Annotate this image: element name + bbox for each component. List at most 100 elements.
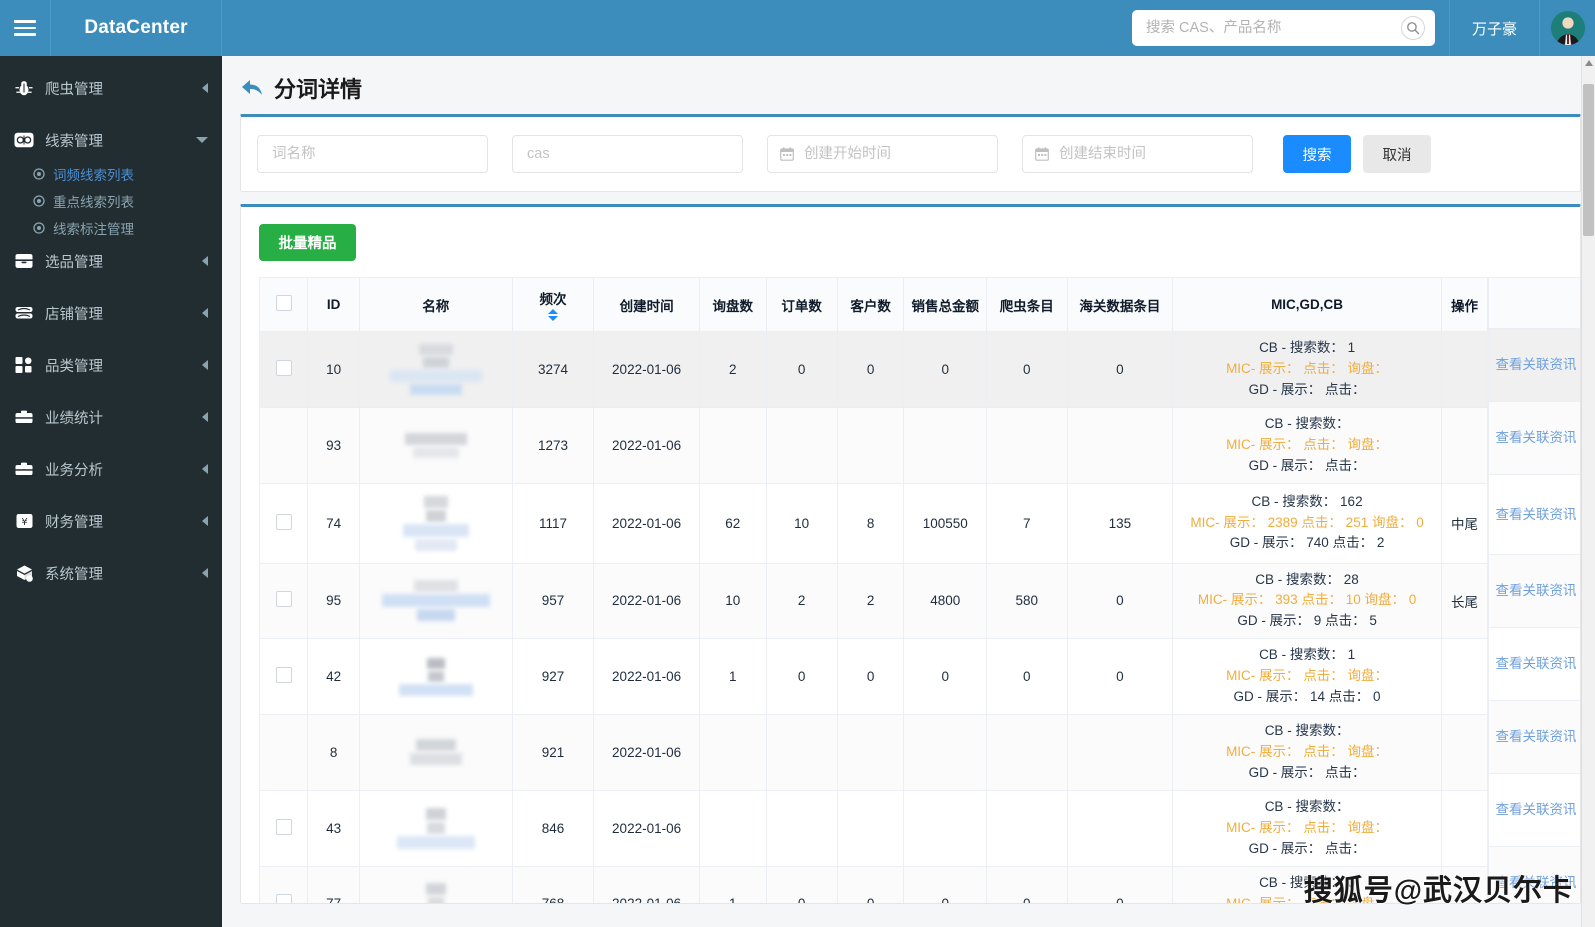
batch-premium-button[interactable]: 批量精品 — [259, 224, 356, 261]
start-time-field[interactable] — [767, 135, 998, 173]
search-input[interactable] — [1131, 10, 1435, 46]
filter-panel: 搜索 取消 — [240, 114, 1581, 192]
col-header-frequency-label: 频次 — [539, 292, 567, 307]
gd-line: GD - 展示： 点击： — [1248, 840, 1366, 856]
cell-sales-total — [903, 406, 988, 484]
view-related-news-link[interactable]: 查看关联资讯 — [1496, 507, 1577, 522]
sidebar-item-performance-stats[interactable]: 业绩统计 — [0, 397, 222, 437]
cell-order-count: 0 — [765, 865, 838, 903]
row-checkbox[interactable] — [275, 818, 292, 835]
cell-customs-items — [1066, 406, 1174, 484]
sidebar-item-crawler[interactable]: 爬虫管理 — [0, 68, 222, 108]
row-select-cell[interactable] — [258, 865, 309, 903]
action-link-row: 查看关联资讯 — [1488, 700, 1580, 774]
cell-order-count — [765, 714, 838, 791]
cell-customs-items: 0 — [1066, 638, 1174, 716]
sidebar-item-clues[interactable]: 线索管理 — [0, 120, 222, 160]
view-related-news-link[interactable]: 查看关联资讯 — [1496, 802, 1577, 817]
cell-action-tag — [1440, 865, 1489, 903]
row-checkbox[interactable] — [275, 667, 292, 684]
sidebar-item-shop[interactable]: 店铺管理 — [0, 293, 222, 333]
sidebar-item-label: 店铺管理 — [45, 306, 103, 323]
cas-field[interactable] — [512, 135, 743, 173]
start-time-input[interactable] — [802, 136, 985, 172]
global-search[interactable] — [1131, 10, 1435, 46]
sidebar-item-finance[interactable]: ¥ 财务管理 — [0, 501, 222, 541]
view-related-news-link[interactable]: 查看关联资讯 — [1496, 875, 1577, 890]
app-root: DataCenter 万子豪 — [0, 0, 1595, 927]
cell-mic-gd-cb: CB - 搜索数： 1 MIC- 展示： 点击： 询盘： GD - 展示： 点击： — [1172, 331, 1442, 408]
col-header-frequency[interactable]: 频次 — [511, 277, 595, 332]
end-time-input[interactable] — [1057, 136, 1240, 172]
sidebar-subitem-clue-tagging[interactable]: 线索标注管理 — [0, 214, 222, 241]
cell-id: 95 — [307, 562, 360, 640]
fixed-action-column: 查看关联资讯 查看关联资讯 查看关联资讯 查看关联资讯 查看关联资讯 查看关联资讯 查看关联… — [1488, 277, 1580, 903]
cell-crawler-items: 0 — [986, 331, 1068, 408]
scroll-up-icon[interactable] — [1585, 60, 1593, 66]
col-header-customers: 客户数 — [836, 277, 905, 332]
view-related-news-link[interactable]: 查看关联资讯 — [1496, 656, 1577, 671]
back-arrow-icon[interactable] — [240, 77, 266, 99]
row-select-cell[interactable] — [258, 482, 309, 564]
cas-input[interactable] — [525, 136, 730, 172]
cell-inquiry-count: 10 — [698, 562, 767, 640]
menu-toggle-button[interactable] — [0, 0, 50, 56]
view-related-news-link[interactable]: 查看关联资讯 — [1496, 729, 1577, 744]
row-select-cell[interactable] — [258, 562, 309, 640]
sidebar-item-label: 业务分析 — [45, 462, 103, 479]
end-time-field[interactable] — [1022, 135, 1253, 173]
scrollbar-thumb[interactable] — [1583, 84, 1594, 236]
search-icon[interactable] — [1400, 16, 1425, 40]
row-checkbox[interactable] — [275, 513, 292, 530]
cell-inquiry-count: 1 — [698, 865, 767, 903]
gd-line: GD - 展示： 点击： — [1248, 764, 1366, 780]
word-name-input[interactable] — [270, 136, 475, 172]
cancel-button[interactable]: 取消 — [1363, 135, 1431, 173]
cell-sales-total: 0 — [903, 331, 988, 408]
cell-action-tag: 长尾 — [1440, 562, 1489, 640]
sidebar-subitem-word-frequency[interactable]: 词频线索列表 — [0, 160, 222, 187]
mic-line: MIC- 展示： 点击： 询盘： — [1226, 360, 1389, 376]
avatar-button[interactable] — [1539, 0, 1595, 56]
sort-arrows-icon[interactable] — [547, 309, 558, 321]
circle-target-icon — [32, 167, 45, 180]
sidebar-item-label: 选品管理 — [45, 254, 103, 271]
col-header-orders: 订单数 — [765, 277, 838, 332]
row-checkbox[interactable] — [275, 359, 292, 376]
view-related-news-link[interactable]: 查看关联资讯 — [1496, 357, 1577, 372]
row-select-cell — [258, 714, 309, 791]
user-menu[interactable]: 万子豪 — [1448, 0, 1539, 56]
brand-logo[interactable]: DataCenter — [50, 0, 222, 56]
redacted-name — [364, 342, 508, 397]
search-button[interactable]: 搜索 — [1283, 135, 1351, 173]
cell-customs-items — [1066, 789, 1174, 867]
col-header-crawler-items: 爬虫条目 — [986, 277, 1068, 332]
page-scrollbar[interactable] — [1581, 56, 1595, 927]
word-frequency-table: ID 名称 频次 创建时间 询盘数 订单数 客户数 销售总金额 爬虫条目 海关数… — [258, 277, 1489, 903]
cell-order-count — [765, 789, 838, 867]
cell-name — [358, 482, 513, 564]
row-select-cell[interactable] — [258, 789, 309, 867]
cell-frequency: 921 — [511, 714, 595, 791]
sidebar: 爬虫管理 线索管理 词频线索列表 重点线索列表 线索标注管理 选品管理 店铺管理… — [0, 56, 222, 927]
cell-id: 43 — [307, 789, 360, 867]
sidebar-subitem-label: 线索标注管理 — [53, 221, 134, 237]
sidebar-subitem-key-clues[interactable]: 重点线索列表 — [0, 187, 222, 214]
row-select-cell[interactable] — [258, 331, 309, 408]
sidebar-item-category[interactable]: 品类管理 — [0, 345, 222, 385]
view-related-news-link[interactable]: 查看关联资讯 — [1496, 430, 1577, 445]
row-checkbox[interactable] — [275, 591, 292, 608]
word-name-field[interactable] — [257, 135, 488, 173]
view-related-news-link[interactable]: 查看关联资讯 — [1496, 583, 1577, 598]
cell-customer-count: 2 — [836, 562, 905, 640]
sidebar-item-product-selection[interactable]: 选品管理 — [0, 241, 222, 281]
row-checkbox[interactable] — [275, 894, 292, 903]
sidebar-item-business-analysis[interactable]: 业务分析 — [0, 449, 222, 489]
action-link-row: 查看关联资讯 — [1488, 401, 1580, 475]
redacted-name — [364, 806, 508, 851]
action-link-cell: 查看关联资讯 — [1488, 627, 1580, 701]
row-select-cell[interactable] — [258, 638, 309, 716]
sidebar-item-system[interactable]: 系统管理 — [0, 553, 222, 593]
select-all-checkbox[interactable] — [275, 295, 292, 311]
